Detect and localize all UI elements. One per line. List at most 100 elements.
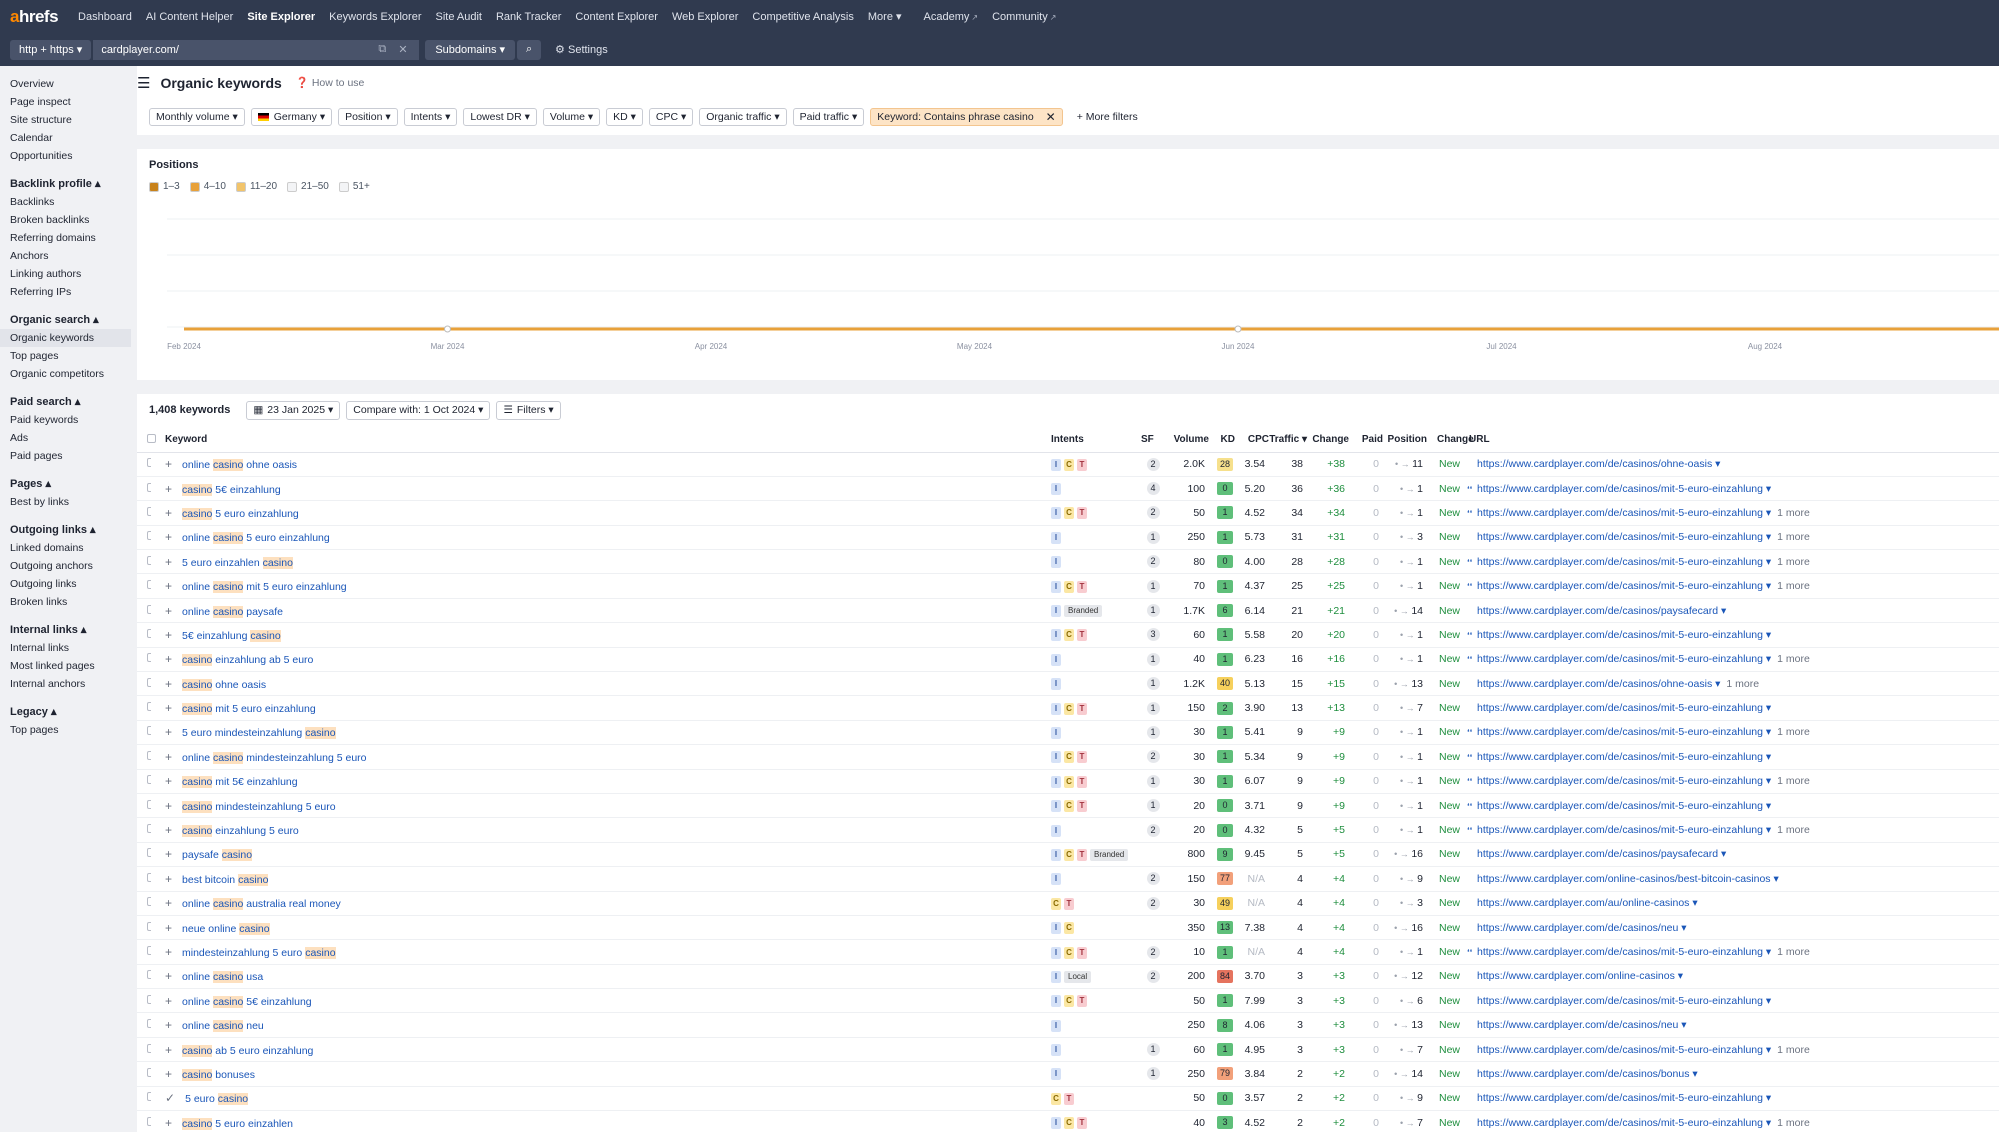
sidebar-item-linking-authors[interactable]: Linking authors <box>0 265 131 283</box>
row-checkbox[interactable] <box>147 628 151 638</box>
sidebar-item-referring-ips[interactable]: Referring IPs <box>0 283 131 301</box>
row-checkbox[interactable] <box>147 506 151 516</box>
filter-paid-traffic[interactable]: Paid traffic ▾ <box>792 108 865 126</box>
serp-features-count[interactable]: 2 <box>1146 969 1160 983</box>
serp-features-count[interactable]: 1 <box>1146 604 1160 618</box>
add-to-list-icon[interactable]: + <box>165 701 172 715</box>
keyword-link[interactable]: casino bonuses <box>182 1068 255 1081</box>
select-all-checkbox[interactable] <box>147 433 156 443</box>
keyword-link[interactable]: casino mit 5 euro einzahlung <box>182 703 316 716</box>
row-checkbox[interactable] <box>147 702 151 712</box>
more-urls-link[interactable]: 1 more <box>1777 1044 1810 1056</box>
add-to-list-icon[interactable]: + <box>165 1043 172 1057</box>
keyword-link[interactable]: online casino australia real money <box>182 898 341 911</box>
sidebar-item-paid-pages[interactable]: Paid pages <box>0 447 131 465</box>
nav-item-keywords-explorer[interactable]: Keywords Explorer <box>329 11 421 23</box>
sidebar-section-title[interactable]: Pages ▴ <box>0 475 131 493</box>
serp-features-count[interactable]: 2 <box>1146 872 1160 886</box>
serp-features-count[interactable]: 1 <box>1146 579 1160 593</box>
sidebar-item-outgoing-links[interactable]: Outgoing links <box>0 575 131 593</box>
row-checkbox[interactable] <box>147 897 151 907</box>
sidebar-item-top-pages[interactable]: Top pages <box>0 721 131 739</box>
table-row[interactable]: + online casino 5€ einzahlung I C T 50 1 7.99 3 +… <box>137 988 1999 1014</box>
add-to-list-icon[interactable]: + <box>165 823 172 837</box>
filter-lowest-dr[interactable]: Lowest DR ▾ <box>463 108 537 126</box>
column-header-url[interactable]: URL <box>1467 428 1999 453</box>
url-link[interactable]: https://www.cardplayer.com/de/casinos/mi… <box>1477 629 1771 641</box>
url-link[interactable]: https://www.cardplayer.com/de/casinos/mi… <box>1477 653 1771 665</box>
table-row[interactable]: + casino bonuses I 1 250 79 3.84 2 +2 0 • → 14 New h… <box>137 1061 1999 1087</box>
table-row[interactable]: + neue online casino I C 350 13 7.38 4 +4 0 • → 16… <box>137 915 1999 941</box>
url-link[interactable]: https://www.cardplayer.com/de/casinos/mi… <box>1477 1092 1771 1104</box>
url-link[interactable]: https://www.cardplayer.com/de/casinos/mi… <box>1477 702 1771 714</box>
url-link[interactable]: https://www.cardplayer.com/au/online-cas… <box>1477 897 1698 909</box>
keyword-link[interactable]: paysafe casino <box>182 849 253 862</box>
row-checkbox[interactable] <box>147 458 151 468</box>
serp-features-count[interactable]: 2 <box>1146 750 1160 764</box>
table-row[interactable]: + casino 5€ einzahlung I 4 100 0 5.20 36 +36 0 • →… <box>137 476 1999 502</box>
row-checkbox[interactable] <box>147 604 151 614</box>
more-urls-link[interactable]: 1 more <box>1777 775 1810 787</box>
column-header-cpc[interactable]: CPC <box>1235 428 1269 453</box>
target-url-input[interactable]: cardplayer.com/ ⧉ ✕ <box>93 39 420 60</box>
row-checkbox[interactable] <box>147 775 151 785</box>
nav-item-dashboard[interactable]: Dashboard <box>78 11 132 23</box>
annotation-marker[interactable] <box>444 325 451 333</box>
url-link[interactable]: https://www.cardplayer.com/de/casinos/mi… <box>1477 507 1771 519</box>
sidebar-item-site-structure[interactable]: Site structure <box>0 111 131 129</box>
filter-organic-traffic[interactable]: Organic traffic ▾ <box>699 108 787 126</box>
more-urls-link[interactable]: 1 more <box>1777 824 1810 836</box>
keyword-link[interactable]: online casino ohne oasis <box>182 459 297 472</box>
url-link[interactable]: https://www.cardplayer.com/de/casinos/pa… <box>1477 605 1726 617</box>
url-link[interactable]: https://www.cardplayer.com/de/casinos/oh… <box>1477 678 1720 690</box>
keyword-link[interactable]: online casino 5 euro einzahlung <box>182 532 330 545</box>
keyword-link[interactable]: casino mit 5€ einzahlung <box>182 776 298 789</box>
sidebar-item-backlinks[interactable]: Backlinks <box>0 193 131 211</box>
keyword-link[interactable]: online casino mit 5 euro einzahlung <box>182 581 347 594</box>
more-urls-link[interactable]: 1 more <box>1777 946 1810 958</box>
add-to-list-icon[interactable]: + <box>165 896 172 910</box>
sidebar-item-calendar[interactable]: Calendar <box>0 129 131 147</box>
more-urls-link[interactable]: 1 more <box>1726 678 1759 690</box>
row-checkbox[interactable] <box>147 482 151 492</box>
add-to-list-icon[interactable]: + <box>165 969 172 983</box>
sidebar-section-title[interactable]: Organic search ▴ <box>0 311 131 329</box>
row-checkbox[interactable] <box>147 1116 151 1126</box>
sidebar-section-title[interactable]: Outgoing links ▴ <box>0 521 131 539</box>
table-row[interactable]: + paysafe casino I C T Branded 800 9 9.45 5 +5 0 • →… <box>137 842 1999 868</box>
sidebar-item-internal-anchors[interactable]: Internal anchors <box>0 675 131 693</box>
serp-features-count[interactable]: 1 <box>1146 530 1160 544</box>
row-checkbox[interactable] <box>147 531 151 541</box>
nav-item-rank-tracker[interactable]: Rank Tracker <box>496 11 561 23</box>
column-header-traffic[interactable]: Traffic ▾ <box>1269 428 1307 453</box>
add-to-list-icon[interactable]: + <box>165 725 172 739</box>
serp-features-count[interactable]: 1 <box>1146 799 1160 813</box>
keyword-link[interactable]: casino 5€ einzahlung <box>182 483 281 496</box>
url-link[interactable]: https://www.cardplayer.com/online-casino… <box>1477 970 1683 982</box>
sidebar-item-overview[interactable]: Overview <box>0 75 131 93</box>
row-checkbox[interactable] <box>147 1092 151 1102</box>
settings-button[interactable]: ⚙ Settings <box>555 43 608 56</box>
sidebar-section-title[interactable]: Backlink profile ▴ <box>0 175 131 193</box>
nav-item-content-explorer[interactable]: Content Explorer <box>575 11 658 23</box>
keyword-link[interactable]: casino 5 euro einzahlen <box>182 1117 293 1130</box>
url-link[interactable]: https://www.cardplayer.com/online-casino… <box>1477 873 1779 885</box>
filter-volume[interactable]: Volume ▾ <box>542 108 601 126</box>
hamburger-menu-icon[interactable]: ☰ <box>137 74 150 92</box>
column-header-intents[interactable]: Intents <box>1051 428 1141 453</box>
url-link[interactable]: https://www.cardplayer.com/de/casinos/mi… <box>1477 726 1771 738</box>
add-to-list-icon[interactable]: + <box>165 604 172 618</box>
add-to-list-icon[interactable]: + <box>165 1067 172 1081</box>
add-to-list-icon[interactable]: + <box>165 847 172 861</box>
search-button[interactable]: ⌕ <box>517 39 542 60</box>
row-checkbox[interactable] <box>147 726 151 736</box>
row-checkbox[interactable] <box>147 555 151 565</box>
clear-icon[interactable]: ✕ <box>398 43 407 56</box>
add-to-list-icon[interactable]: + <box>165 750 172 764</box>
row-checkbox[interactable] <box>147 799 151 809</box>
serp-features-count[interactable]: 1 <box>1146 701 1160 715</box>
add-to-list-icon[interactable]: + <box>165 457 172 471</box>
url-link[interactable]: https://www.cardplayer.com/de/casinos/ne… <box>1477 922 1687 934</box>
nav-item-competitive-analysis[interactable]: Competitive Analysis <box>752 11 854 23</box>
row-checkbox[interactable] <box>147 946 151 955</box>
